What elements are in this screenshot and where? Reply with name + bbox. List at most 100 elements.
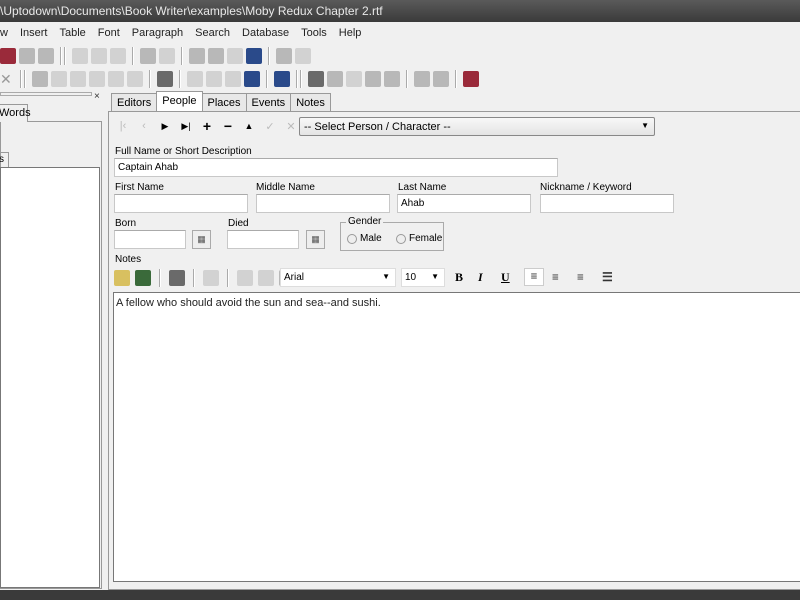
tab-secondary[interactable]: s: [0, 152, 9, 168]
goto-icon[interactable]: [108, 71, 124, 87]
died-label: Died: [228, 218, 249, 229]
person-select[interactable]: -- Select Person / Character -- ▼: [299, 117, 655, 136]
close-pane-icon[interactable]: ×: [94, 92, 100, 102]
frame-icon[interactable]: [140, 48, 156, 64]
publish-icon[interactable]: [463, 71, 479, 87]
tab-places[interactable]: Places: [201, 93, 247, 111]
gender-female-radio[interactable]: Female: [396, 233, 442, 244]
pane-grip[interactable]: [0, 92, 92, 96]
last-record-button[interactable]: ▶|: [179, 121, 193, 132]
first-name-input[interactable]: [114, 194, 248, 213]
tab-notes[interactable]: Notes: [290, 93, 331, 111]
font-size-select[interactable]: 10 ▼: [401, 268, 445, 287]
print-icon[interactable]: [276, 48, 292, 64]
cut-icon[interactable]: [237, 269, 253, 286]
document-icon[interactable]: [159, 48, 175, 64]
import-icon[interactable]: [327, 71, 343, 87]
notes-icon[interactable]: [346, 71, 362, 87]
save-all-icon[interactable]: [208, 48, 224, 64]
died-calendar-button[interactable]: ▦: [306, 230, 325, 249]
notes-label: Notes: [115, 254, 142, 265]
print-preview-icon[interactable]: [295, 48, 311, 64]
italic-button[interactable]: I: [478, 270, 483, 285]
replace-icon[interactable]: [89, 71, 105, 87]
born-input[interactable]: [114, 230, 186, 249]
notes-toolbar: [114, 267, 295, 288]
people-icon[interactable]: [365, 71, 381, 87]
tab-editors[interactable]: Editors: [111, 93, 158, 111]
font-select[interactable]: Arial ▼: [280, 268, 396, 287]
page-icon[interactable]: [72, 48, 88, 64]
font-value: Arial: [284, 272, 305, 283]
export-icon[interactable]: [384, 71, 400, 87]
preview-icon[interactable]: [433, 71, 449, 87]
globe-icon[interactable]: [274, 71, 290, 87]
open-icon[interactable]: [114, 269, 130, 286]
header-icon[interactable]: [91, 48, 107, 64]
help-icon[interactable]: [414, 71, 430, 87]
insert-col-icon[interactable]: [19, 48, 35, 64]
menu-font[interactable]: Font: [92, 27, 126, 39]
thesaurus-icon[interactable]: [225, 71, 241, 87]
menu-paragraph[interactable]: Paragraph: [126, 27, 189, 39]
left-pane-list[interactable]: [0, 167, 100, 588]
edit-record-button[interactable]: ▲: [242, 121, 256, 131]
delete-row-icon[interactable]: [38, 48, 54, 64]
tab-words[interactable]: Words: [0, 104, 31, 122]
first-record-button[interactable]: |‹: [116, 120, 130, 132]
menu-help[interactable]: Help: [333, 27, 368, 39]
prev-record-button[interactable]: ‹: [137, 120, 151, 132]
insert-row-icon[interactable]: [0, 48, 16, 64]
delete-icon[interactable]: ✕: [0, 71, 14, 88]
align-right-button[interactable]: ≡: [577, 270, 584, 285]
footer-icon[interactable]: [110, 48, 126, 64]
add-chapter-icon[interactable]: [308, 71, 324, 87]
book-icon[interactable]: [246, 48, 262, 64]
font-size-value: 10: [405, 272, 417, 283]
spellcheck-icon[interactable]: [187, 71, 203, 87]
abc-icon[interactable]: [206, 71, 222, 87]
save-icon[interactable]: [135, 269, 151, 286]
died-input[interactable]: [227, 230, 299, 249]
post-record-button[interactable]: ✓: [263, 120, 277, 133]
find-next-icon[interactable]: [51, 71, 67, 87]
add-record-button[interactable]: +: [200, 118, 214, 134]
find-icon[interactable]: [32, 71, 48, 87]
next-record-button[interactable]: ▶: [158, 121, 172, 132]
born-calendar-button[interactable]: ▦: [192, 230, 211, 249]
find-prev-icon[interactable]: [70, 71, 86, 87]
undo-icon[interactable]: [203, 269, 219, 286]
delete-record-button[interactable]: −: [221, 118, 235, 134]
window-title: \Uptodown\Documents\Book Writer\examples…: [0, 4, 383, 18]
copy-icon[interactable]: [258, 269, 274, 286]
menu-table[interactable]: Table: [53, 27, 91, 39]
underline-button[interactable]: U: [501, 270, 510, 285]
notes-editor[interactable]: A fellow who should avoid the sun and se…: [113, 292, 800, 582]
tab-events[interactable]: Events: [245, 93, 292, 111]
menu-insert[interactable]: Insert: [14, 27, 54, 39]
align-center-button[interactable]: ≡: [552, 270, 559, 285]
menu-view[interactable]: w: [0, 27, 14, 39]
tab-people[interactable]: People: [156, 91, 203, 111]
last-name-input[interactable]: Ahab: [397, 194, 531, 213]
bullets-button[interactable]: ☰: [602, 270, 613, 285]
cancel-record-button[interactable]: ✕: [284, 120, 298, 133]
left-pane: × Words s: [0, 90, 104, 590]
split-icon[interactable]: [127, 71, 143, 87]
person-select-value: -- Select Person / Character --: [304, 121, 451, 133]
save-icon[interactable]: [189, 48, 205, 64]
link-icon[interactable]: [157, 71, 173, 87]
nickname-label: Nickname / Keyword: [540, 182, 632, 193]
menu-database[interactable]: Database: [236, 27, 295, 39]
bold-button[interactable]: B: [455, 270, 463, 285]
align-left-button[interactable]: ≡: [524, 268, 544, 286]
middle-name-input[interactable]: [256, 194, 390, 213]
gender-male-radio[interactable]: Male: [347, 233, 382, 244]
full-name-input[interactable]: Captain Ahab: [114, 158, 558, 177]
print-icon[interactable]: [169, 269, 185, 286]
nickname-input[interactable]: [540, 194, 674, 213]
new-icon[interactable]: [227, 48, 243, 64]
menu-search[interactable]: Search: [189, 27, 236, 39]
menu-tools[interactable]: Tools: [295, 27, 333, 39]
word-count-icon[interactable]: [244, 71, 260, 87]
